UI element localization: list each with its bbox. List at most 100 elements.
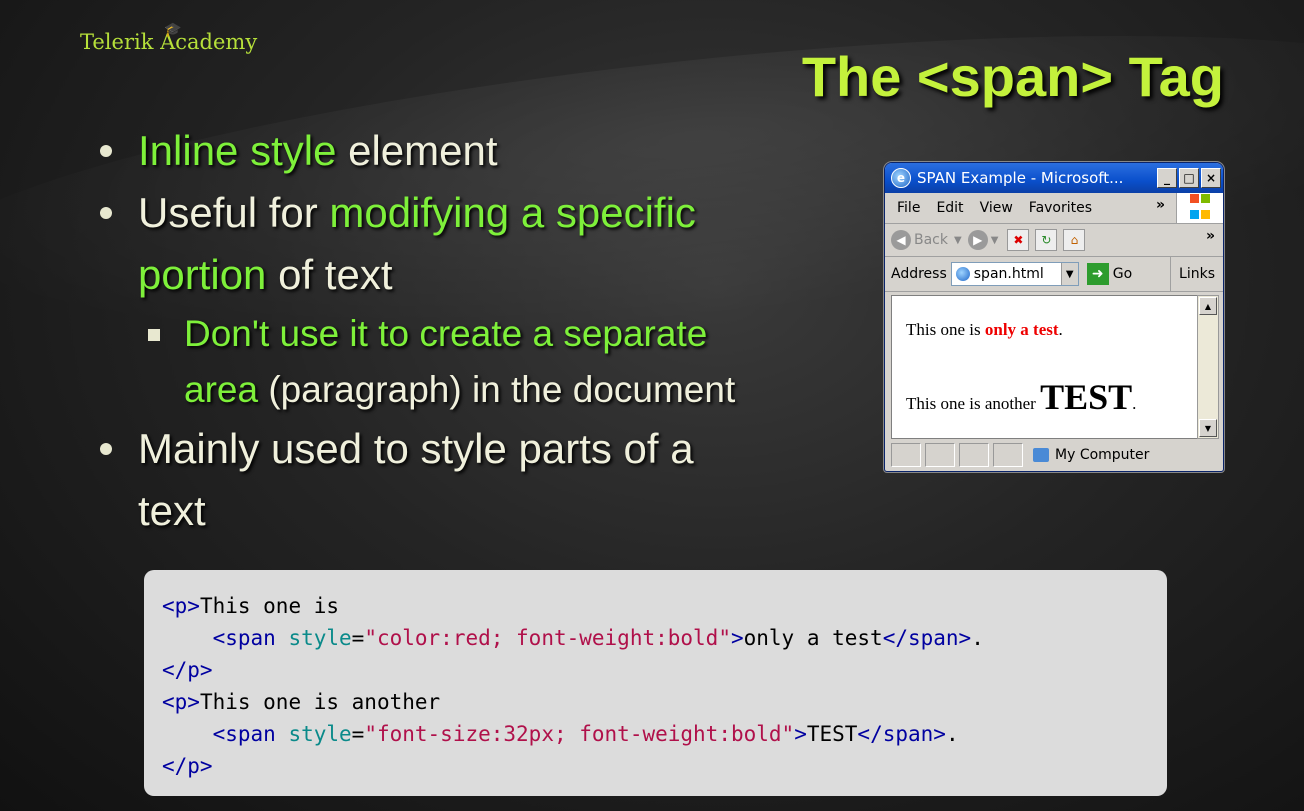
bullet-highlight: Inline style (138, 127, 337, 174)
code-tag: <span (212, 626, 289, 650)
telerik-academy-logo: Telerik Academy 🎓 (80, 22, 257, 54)
code-text: only a test (743, 626, 883, 650)
code-text: = (351, 722, 365, 746)
red-bold-span: only a test (984, 320, 1059, 339)
code-attribute: style (288, 722, 352, 746)
chevron-down-icon[interactable]: ▼ (954, 235, 962, 246)
code-example: <p>This one is <span style="color:red; f… (144, 570, 1167, 796)
code-text: . (945, 722, 959, 746)
chevron-down-icon[interactable]: ▼ (991, 235, 999, 246)
address-bar: Address span.html ▼ ➜ Go Links (885, 257, 1223, 292)
code-tag: </span> (882, 626, 972, 650)
bullet-text: element (336, 127, 498, 174)
paragraph-text: . (1132, 394, 1137, 413)
go-button[interactable]: ➜ Go (1086, 263, 1133, 285)
code-attribute: style (288, 626, 352, 650)
code-tag: </p> (162, 658, 213, 682)
bullet-text: Mainly used to style parts of a (138, 425, 694, 472)
status-text: My Computer (1055, 447, 1150, 463)
code-text: TEST (806, 722, 858, 746)
back-arrow-icon[interactable]: ◀ (891, 230, 911, 250)
computer-icon (1033, 448, 1049, 462)
windows-flag-icon (1176, 193, 1223, 223)
bullet-item: Inline style element (96, 120, 836, 182)
close-icon[interactable]: × (1201, 168, 1221, 188)
paragraph-text: This one is another (906, 394, 1041, 413)
code-text: This one is another (199, 690, 441, 714)
bullet-item: Useful for modifying a specific portion … (96, 182, 836, 306)
chevron-more-icon[interactable]: » (1156, 197, 1165, 213)
browser-content-area: This one is only a test. This one is ano… (891, 295, 1199, 439)
sub-bullet-highlight: area (184, 369, 259, 410)
scroll-up-icon[interactable]: ▲ (1199, 297, 1217, 315)
bullet-text: text (138, 487, 206, 534)
code-tag: <p> (162, 690, 200, 714)
bullet-highlight: modifying a specific (329, 189, 696, 236)
status-cell (891, 443, 921, 467)
forward-arrow-icon[interactable]: ▶ (967, 230, 988, 250)
bullet-text: Useful for (138, 189, 330, 236)
code-tag: </span> (857, 722, 946, 746)
bullet-item: Mainly used to style parts of a text (96, 418, 836, 542)
slide-title: The <span> Tag (801, 45, 1224, 108)
menu-view[interactable]: View (980, 200, 1013, 216)
links-button[interactable]: Links (1170, 257, 1223, 291)
sub-bullet-square-icon (148, 329, 160, 341)
maximize-icon[interactable]: □ (1179, 168, 1199, 188)
vertical-scrollbar[interactable]: ▲ ▼ (1197, 295, 1219, 439)
graduation-cap-icon: 🎓 (164, 22, 182, 38)
browser-toolbar: ◀ Back ▼ ▶ ▼ ✖ ↻ ⌂ » (885, 224, 1223, 257)
code-tag: > (730, 626, 744, 650)
code-tag: </p> (162, 754, 213, 778)
menu-favorites[interactable]: Favorites (1029, 200, 1092, 216)
browser-window-screenshot: e SPAN Example - Microsoft... _ □ × File… (884, 162, 1224, 472)
bullet-dot-icon (100, 207, 112, 219)
bullet-dot-icon (100, 145, 112, 157)
code-string: "font-size:32px; font-weight:bold" (364, 722, 795, 746)
go-arrow-icon: ➜ (1086, 263, 1109, 285)
chevron-down-icon[interactable]: ▼ (1060, 263, 1078, 285)
browser-title-bar: e SPAN Example - Microsoft... _ □ × (885, 163, 1223, 193)
bullet-dot-icon (100, 443, 112, 455)
minimize-icon[interactable]: _ (1157, 168, 1177, 188)
code-text: This one is (199, 594, 340, 618)
bullet-text: of text (266, 251, 393, 298)
code-tag: <p> (162, 594, 200, 618)
bullet-highlight: portion (138, 251, 267, 298)
code-tag: <span (212, 722, 289, 746)
menu-edit[interactable]: Edit (936, 200, 963, 216)
code-string: "color:red; font-weight:bold" (364, 626, 731, 650)
status-cell (993, 443, 1023, 467)
ie-icon: e (891, 168, 911, 188)
browser-menu-bar: File Edit View Favorites » (885, 193, 1223, 224)
stop-icon[interactable]: ✖ (1007, 229, 1030, 251)
address-label: Address (891, 266, 947, 282)
sub-bullet-highlight: Don't use it to create a separate (184, 313, 708, 354)
go-label: Go (1112, 266, 1133, 282)
status-cell (959, 443, 989, 467)
address-value: span.html (973, 266, 1044, 282)
large-bold-span: TEST (1040, 377, 1133, 417)
status-bar: My Computer (885, 439, 1223, 471)
rendered-paragraph-2: This one is another TEST. (906, 376, 1136, 418)
chevron-more-icon[interactable]: » (1206, 228, 1215, 244)
browser-window-title: SPAN Example - Microsoft... (917, 169, 1124, 187)
status-cell (925, 443, 955, 467)
zone-indicator: My Computer (1033, 447, 1149, 463)
code-text: = (351, 626, 365, 650)
sub-bullet-item: Don't use it to create a separate area (… (96, 306, 836, 418)
scroll-down-icon[interactable]: ▼ (1199, 419, 1217, 437)
code-tag: > (794, 722, 807, 746)
back-button[interactable]: Back (914, 232, 948, 248)
menu-file[interactable]: File (897, 200, 920, 216)
sub-bullet-text: (paragraph) in the document (258, 369, 736, 410)
refresh-icon[interactable]: ↻ (1035, 229, 1058, 251)
paragraph-text: This one is (906, 320, 985, 339)
bullet-list: Inline style element Useful for modifyin… (96, 120, 836, 542)
rendered-paragraph-1: This one is only a test. (906, 320, 1063, 340)
paragraph-text: . (1058, 320, 1063, 339)
address-input[interactable]: span.html ▼ (950, 262, 1079, 286)
home-icon[interactable]: ⌂ (1063, 229, 1086, 251)
